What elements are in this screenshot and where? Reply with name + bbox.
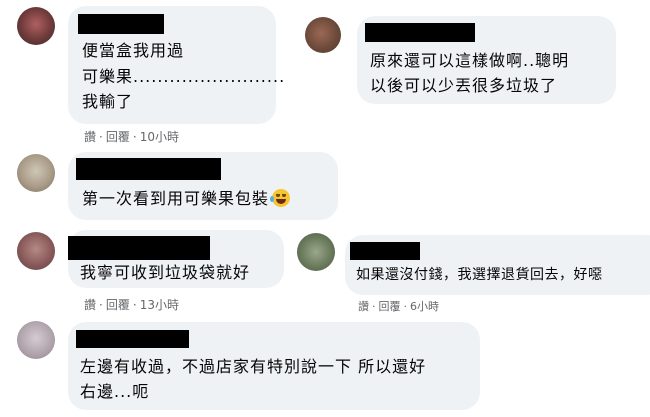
comment-text-line: 我輸了 <box>82 92 134 111</box>
redacted-author-name <box>78 14 164 34</box>
separator: · <box>99 130 103 144</box>
redacted-author-name <box>68 236 210 260</box>
avatar[interactable] <box>305 17 341 53</box>
redacted-author-name <box>365 23 475 42</box>
comment-actions: 讚 · 回覆 · 13小時 <box>84 296 179 313</box>
separator: · <box>372 300 376 313</box>
comment-text-line: 原來還可以這樣做啊..聰明 <box>370 51 570 70</box>
reply-link[interactable]: 回覆 <box>106 298 130 312</box>
timestamp[interactable]: 10小時 <box>140 130 179 144</box>
comment-text: 第一次看到用可樂果包裝 <box>82 189 270 208</box>
redacted-author-name <box>76 330 189 348</box>
comment-text-line: 可樂果......................... <box>82 67 286 86</box>
comment-text-line: 第一次看到用可樂果包裝 <box>82 188 291 210</box>
redacted-author-name <box>76 158 221 180</box>
separator: · <box>132 130 137 144</box>
avatar[interactable] <box>17 321 55 359</box>
timestamp[interactable]: 13小時 <box>140 298 179 312</box>
avatar[interactable] <box>297 233 335 271</box>
avatar[interactable] <box>17 154 55 192</box>
like-link[interactable]: 讚 <box>358 300 369 313</box>
comment-actions: 讚 · 回覆 · 6小時 <box>358 298 439 314</box>
like-link[interactable]: 讚 <box>84 298 96 312</box>
reply-link[interactable]: 回覆 <box>106 130 130 144</box>
comment-text-line: 便當盒我用過 <box>82 41 185 60</box>
comment-actions: 讚 · 回覆 · 10小時 <box>84 128 179 145</box>
separator: · <box>99 298 103 312</box>
separator: · <box>403 300 408 313</box>
face-with-tears-of-joy-icon <box>270 189 291 207</box>
comment-text-line: 我寧可收到垃圾袋就好 <box>80 263 251 282</box>
comment-text-line: 如果還沒付錢，我選擇退貨回去，好噁 <box>356 267 603 283</box>
avatar[interactable] <box>17 7 55 45</box>
comment-text-line: 左邊有收過，不過店家有特別說一下 所以還好 <box>80 357 427 376</box>
like-link[interactable]: 讚 <box>84 130 96 144</box>
comment-text-line: 以後可以少丟很多垃圾了 <box>370 76 558 95</box>
reply-link[interactable]: 回覆 <box>379 300 401 313</box>
redacted-author-name <box>350 242 420 260</box>
comment-text-line: 右邊...呃 <box>80 382 150 401</box>
avatar[interactable] <box>17 232 55 270</box>
separator: · <box>132 298 137 312</box>
timestamp[interactable]: 6小時 <box>410 300 439 313</box>
